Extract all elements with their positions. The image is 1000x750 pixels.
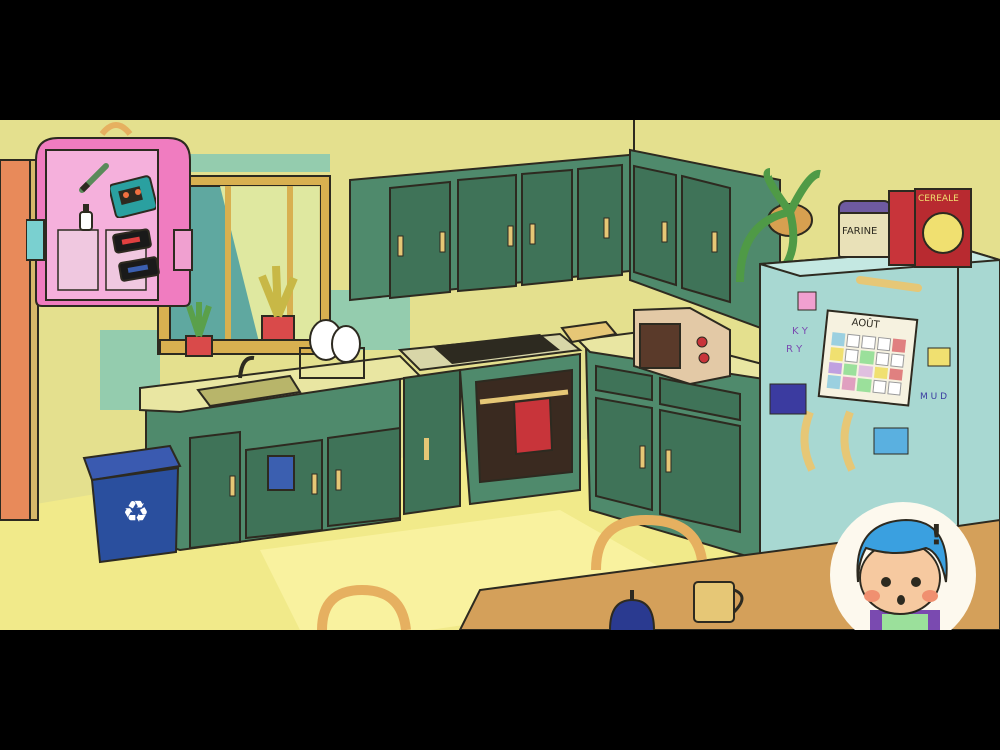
kitchen-scene[interactable]: ♻ FARINE CEREALE AOÛT K Y R Y M U D ! — [0, 120, 1000, 630]
inventory-cassette-2[interactable] — [118, 256, 160, 282]
backpack-inventory[interactable] — [26, 120, 196, 310]
calendar-month: AOÛT — [851, 317, 881, 331]
inventory-pen[interactable] — [78, 160, 112, 194]
cassette-icon — [118, 256, 160, 282]
inventory-cassette-1[interactable] — [112, 228, 152, 254]
calendar[interactable]: AOÛT — [817, 309, 919, 407]
cereal-box[interactable]: CEREALE — [888, 170, 974, 268]
magnet-letters-2: R Y — [786, 344, 803, 355]
magnet-letters-1: K Y — [792, 326, 808, 337]
alert-mark: ! — [930, 518, 943, 551]
flour-jar[interactable]: FARINE — [838, 200, 892, 258]
bottle-icon — [79, 204, 93, 231]
inventory-radio[interactable] — [110, 174, 156, 218]
cereal-box-label: CEREALE — [918, 194, 959, 204]
magnet-word: M U D — [920, 392, 948, 402]
walkman-icon — [110, 175, 156, 218]
svg-text:♻: ♻ — [123, 495, 150, 530]
pen-icon — [79, 163, 109, 193]
game-viewport: ♻ FARINE CEREALE AOÛT K Y R Y M U D ! — [0, 0, 1000, 750]
inventory-bottle[interactable] — [76, 202, 96, 232]
flour-jar-label: FARINE — [842, 226, 878, 237]
cassette-icon — [112, 228, 152, 254]
